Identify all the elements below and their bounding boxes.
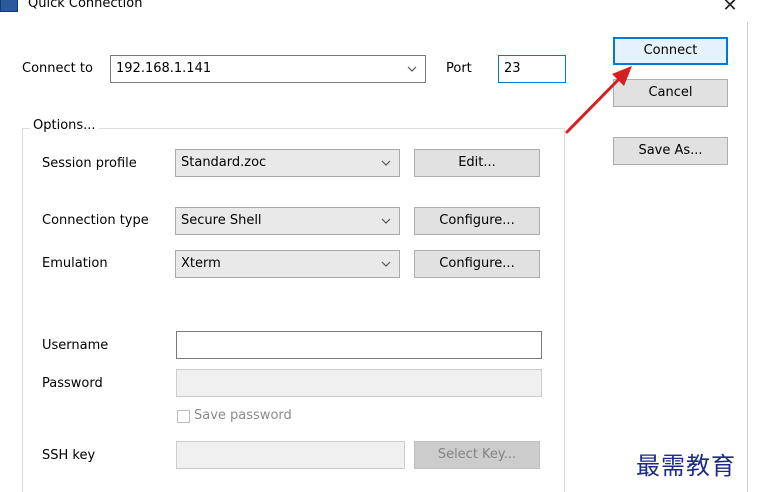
connection-type-value: Secure Shell xyxy=(181,213,262,228)
port-label: Port xyxy=(446,61,472,76)
edit-button[interactable]: Edit... xyxy=(414,149,540,177)
configure-emulation-button[interactable]: Configure... xyxy=(414,250,540,278)
password-label: Password xyxy=(42,376,103,391)
select-key-button[interactable]: Select Key... xyxy=(414,441,540,469)
cancel-button[interactable]: Cancel xyxy=(613,79,728,107)
session-profile-combo[interactable]: Standard.zoc xyxy=(175,149,400,177)
save-as-button[interactable]: Save As... xyxy=(613,137,728,165)
connection-type-combo[interactable]: Secure Shell xyxy=(175,207,400,235)
port-input[interactable]: 23 xyxy=(498,55,566,83)
save-password-checkbox[interactable] xyxy=(177,410,190,423)
chevron-down-icon[interactable] xyxy=(407,56,419,82)
save-password-label: Save password xyxy=(194,408,292,423)
window-title: Quick Connection xyxy=(28,0,143,11)
password-input[interactable] xyxy=(176,369,542,397)
chevron-down-icon[interactable] xyxy=(381,150,393,176)
window-border xyxy=(747,22,748,492)
close-icon[interactable]: ✕ xyxy=(716,0,744,18)
connect-to-label: Connect to xyxy=(22,61,93,76)
connect-to-value: 192.168.1.141 xyxy=(116,61,212,76)
username-input[interactable] xyxy=(176,331,542,359)
options-label: Options... xyxy=(30,118,99,133)
emulation-combo[interactable]: Xterm xyxy=(175,250,400,278)
connection-type-label: Connection type xyxy=(42,213,149,228)
emulation-value: Xterm xyxy=(181,256,221,271)
emulation-label: Emulation xyxy=(42,256,108,271)
ssh-key-input[interactable] xyxy=(176,441,405,469)
username-label: Username xyxy=(42,338,109,353)
session-profile-label: Session profile xyxy=(42,156,137,171)
connect-to-combo[interactable]: 192.168.1.141 xyxy=(110,55,426,83)
ssh-key-label: SSH key xyxy=(42,448,96,463)
chevron-down-icon[interactable] xyxy=(381,251,393,277)
title-bar: Quick Connection ✕ xyxy=(0,0,758,22)
connect-button[interactable]: Connect xyxy=(613,37,728,65)
configure-connection-button[interactable]: Configure... xyxy=(414,207,540,235)
chevron-down-icon[interactable] xyxy=(381,208,393,234)
app-icon xyxy=(0,0,18,12)
watermark-text: 最需教育 xyxy=(636,452,736,480)
session-profile-value: Standard.zoc xyxy=(181,155,267,170)
options-groupbox xyxy=(22,128,565,492)
